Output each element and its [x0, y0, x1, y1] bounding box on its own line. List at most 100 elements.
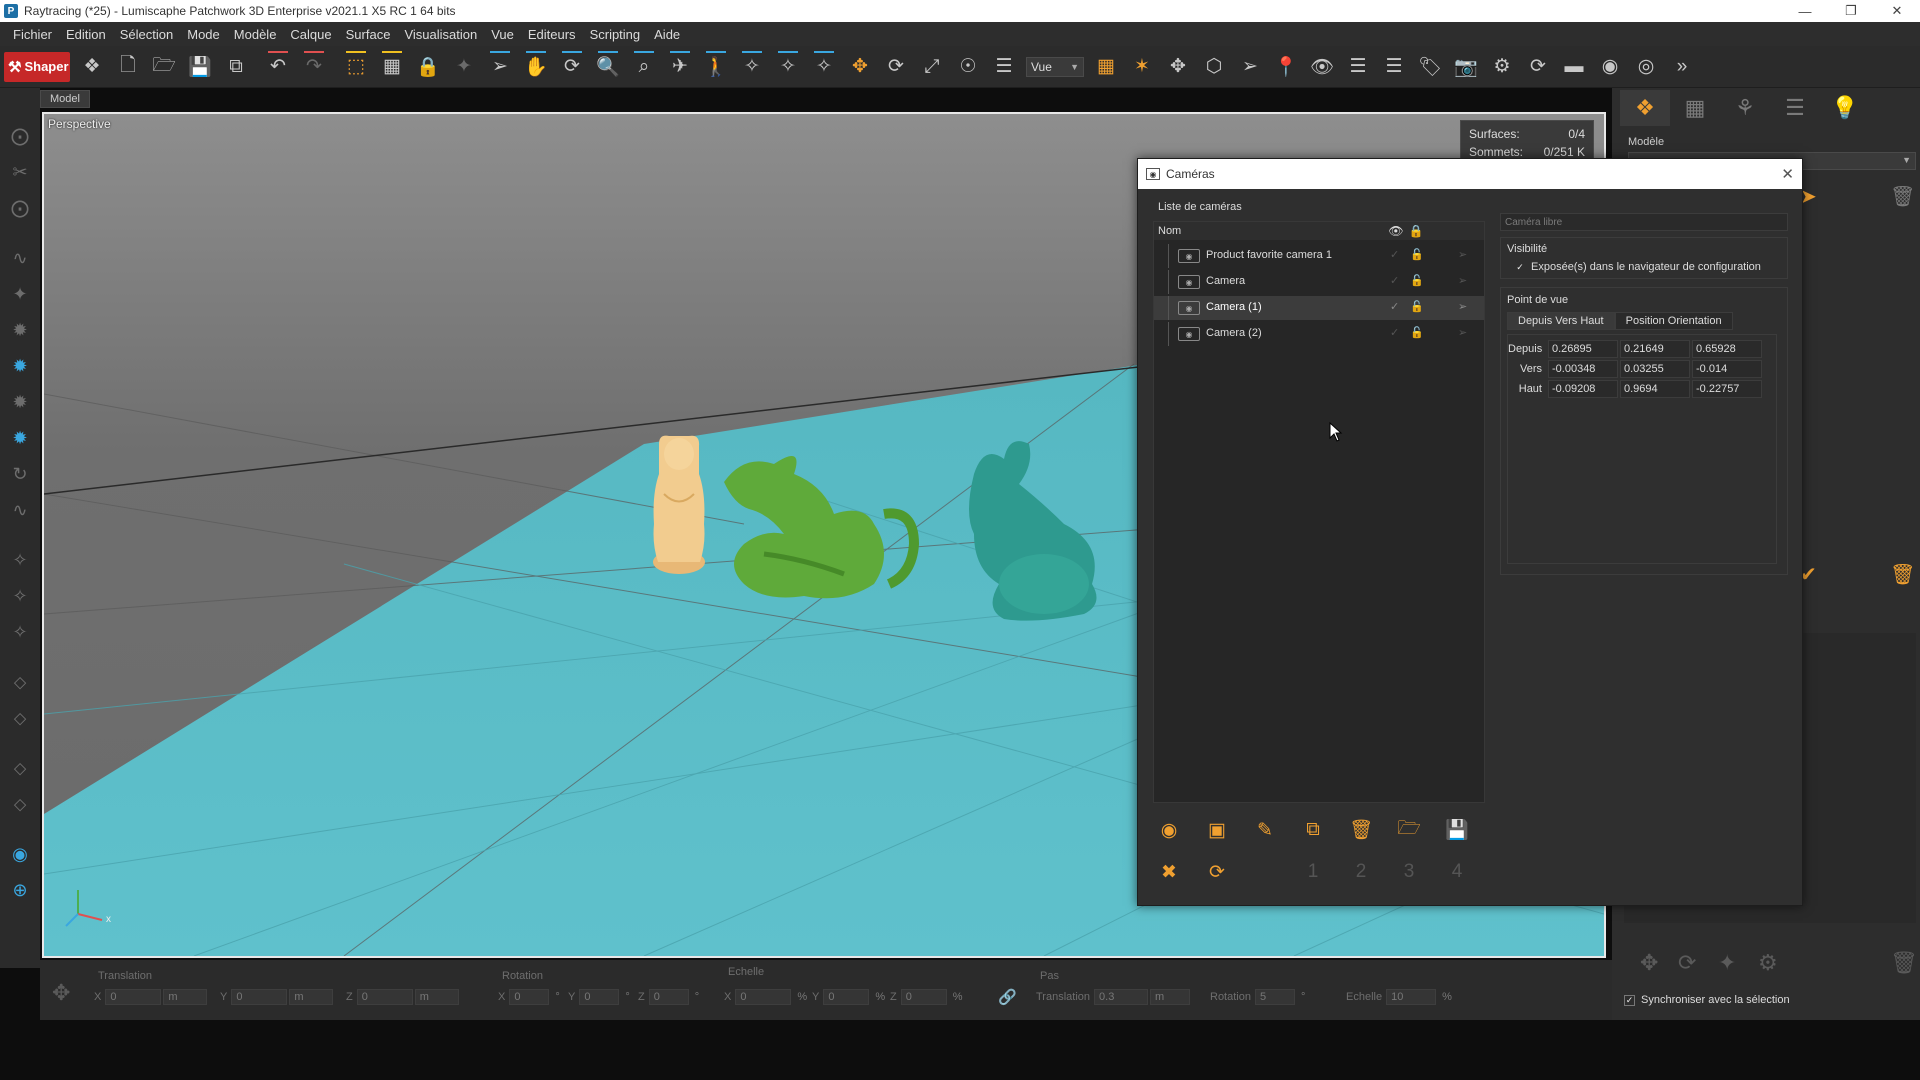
visibility-toggle-icon[interactable]: ✓	[1390, 248, 1399, 261]
tool-g-icon[interactable]: ∿	[5, 492, 35, 528]
cursor-tool-icon[interactable]: ➢	[1232, 50, 1268, 84]
sync-checkbox[interactable]: ✓	[1624, 994, 1635, 1006]
menu-calque[interactable]: Calque	[283, 27, 338, 42]
camera-row[interactable]: ◉ Product favorite camera 1 ✓ 🔓 ➢	[1154, 244, 1484, 268]
visibility-toggle-icon[interactable]: ✓	[1390, 326, 1399, 339]
scale-y-field[interactable]: Y 0%	[812, 988, 885, 1006]
tab-from-to-up[interactable]: Depuis Vers Haut	[1507, 312, 1615, 330]
visibility-toggle-icon[interactable]: ✓	[1390, 300, 1399, 313]
tool-h-icon[interactable]: ✧	[5, 542, 35, 578]
camera-slot-2-icon[interactable]: 2	[1345, 857, 1377, 887]
tool-n-icon[interactable]: ⬦	[5, 786, 35, 822]
redo-icon[interactable]: ↷	[296, 50, 332, 84]
fly-icon[interactable]: ✈	[662, 50, 698, 84]
link-icon[interactable]: 🔗	[998, 988, 1017, 1006]
menu-modele[interactable]: Modèle	[227, 27, 284, 42]
delete-model-icon[interactable]: 🗑	[1890, 184, 1915, 209]
walk-icon[interactable]: 🚶	[698, 50, 734, 84]
translation-y-field[interactable]: Y0m	[220, 988, 334, 1006]
camera-row[interactable]: ◉ Camera ✓ 🔓 ➢	[1154, 270, 1484, 294]
restore-button[interactable]: ❐	[1828, 0, 1874, 22]
tool-m-icon[interactable]: ⬦	[5, 750, 35, 786]
scale-z-field[interactable]: Z 0%	[890, 988, 963, 1006]
tool-plus-icon[interactable]: ⊕	[5, 872, 35, 908]
tool-curve-icon[interactable]: ∿	[5, 240, 35, 276]
trash-icon[interactable]: 🗑	[1890, 562, 1915, 587]
lock-icon[interactable]: 🔒	[1406, 222, 1426, 240]
pov-from-z-field[interactable]: 0.65928	[1692, 340, 1762, 358]
tab-model-icon[interactable]: ❖	[1620, 90, 1670, 126]
menu-mode[interactable]: Mode	[180, 27, 227, 42]
tool-l-icon[interactable]: ⬦	[5, 700, 35, 736]
view-select[interactable]: Vue ▼	[1026, 56, 1084, 77]
settings-tool-icon[interactable]: ⚙	[1758, 950, 1778, 976]
tool-i-icon[interactable]: ✧	[5, 578, 35, 614]
shaper-button[interactable]: ⚒ Shaper	[4, 51, 70, 82]
camera-slot-3-icon[interactable]: 3	[1393, 857, 1425, 887]
camera-goto-icon[interactable]: ➢	[1458, 248, 1467, 261]
camera-goto-icon[interactable]: ➢	[1458, 274, 1467, 287]
menu-visualisation[interactable]: Visualisation	[397, 27, 484, 42]
move-icon[interactable]: ✥	[842, 50, 878, 84]
translation-x-field[interactable]: X0m	[94, 988, 208, 1006]
tool-f-icon[interactable]: ↻	[5, 456, 35, 492]
pov-up-x-field[interactable]: -0.09208	[1548, 380, 1618, 398]
scale-x-field[interactable]: X 0%	[724, 988, 807, 1006]
tool-e-icon[interactable]: ✹	[5, 384, 35, 420]
refresh-camera-icon[interactable]: ⟳	[1201, 857, 1233, 887]
select-rect-icon[interactable]: ⬚	[338, 50, 374, 84]
surface-icon[interactable]: ⬡	[1196, 50, 1232, 84]
eye-icon[interactable]: 👁	[1386, 222, 1406, 240]
menu-vue[interactable]: Vue	[484, 27, 521, 42]
add-camera-icon[interactable]: ◉	[1153, 815, 1185, 845]
tool-c-icon[interactable]: ✦	[5, 276, 35, 312]
ruler-icon[interactable]: ▬	[1556, 50, 1592, 84]
lock-toggle-icon[interactable]: 🔓	[1410, 248, 1424, 261]
tab-light-icon[interactable]: 💡	[1820, 90, 1870, 126]
tool-eye-icon[interactable]: ◉	[5, 836, 35, 872]
delete-icon[interactable]: 🗑	[1890, 950, 1918, 976]
save-as-icon[interactable]: ⧉	[218, 50, 254, 84]
save-icon[interactable]: 💾	[182, 50, 218, 84]
zoom-fit-icon[interactable]: ⌕	[626, 50, 662, 84]
rotation-x-field[interactable]: X 0 °	[498, 988, 565, 1006]
exposed-checkbox-row[interactable]: ✓ Exposée(s) dans le navigateur de confi…	[1515, 261, 1761, 273]
pov-up-z-field[interactable]: -0.22757	[1692, 380, 1762, 398]
lock-icon[interactable]: 🔒	[410, 50, 446, 84]
add-folder-icon[interactable]: 🗁	[1393, 815, 1425, 845]
menu-fichier[interactable]: Fichier	[6, 27, 59, 42]
step-scale-field[interactable]: Echelle 10%	[1346, 988, 1452, 1006]
menu-editeurs[interactable]: Editeurs	[521, 27, 583, 42]
tool-unwrap-icon[interactable]: ✹	[5, 348, 35, 384]
pointer-icon[interactable]: ➢	[482, 50, 518, 84]
menu-scripting[interactable]: Scripting	[583, 27, 648, 42]
tag-icon[interactable]: 🏷	[1412, 50, 1448, 84]
step-translation-field[interactable]: Translation 0.3 m	[1036, 988, 1191, 1006]
orbit-icon[interactable]: ⟳	[554, 50, 590, 84]
menu-edition[interactable]: Edition	[59, 27, 113, 42]
model-tab[interactable]: Model	[40, 90, 90, 108]
scale-icon[interactable]: ⤢	[914, 50, 950, 84]
column-name-header[interactable]: Nom	[1154, 225, 1181, 237]
pov-from-y-field[interactable]: 0.21649	[1620, 340, 1690, 358]
rotation-z-field[interactable]: Z 0 °	[638, 988, 705, 1006]
tool-d-icon[interactable]: ✹	[5, 312, 35, 348]
edit-camera-icon[interactable]: ✎	[1249, 815, 1281, 845]
sync-icon[interactable]: ⟳	[1520, 50, 1556, 84]
cameras-dialog-titlebar[interactable]: ◉ Caméras ✕	[1138, 159, 1802, 189]
camera-tool-1-icon[interactable]: ✧	[734, 50, 770, 84]
sync-selection-row[interactable]: ✓ Synchroniser avec la sélection	[1624, 994, 1790, 1006]
tab-position-orientation[interactable]: Position Orientation	[1614, 312, 1733, 330]
buddha-model[interactable]	[653, 435, 705, 574]
lock-toggle-icon[interactable]: 🔓	[1410, 326, 1424, 339]
location-icon[interactable]: 📍	[1268, 50, 1304, 84]
orientation-icon[interactable]: ✦	[446, 50, 482, 84]
tool-cut-icon[interactable]: ✂	[5, 154, 35, 190]
select-lasso-icon[interactable]: ▦	[374, 50, 410, 84]
tool-b-icon[interactable]: ⨀	[5, 190, 35, 226]
visibility-icon[interactable]: 👁	[1304, 50, 1340, 84]
delete-camera-icon[interactable]: 🗑	[1345, 815, 1377, 845]
tab-tree-icon[interactable]: ☰	[1770, 90, 1820, 126]
axes-icon[interactable]: ✥	[1160, 50, 1196, 84]
camera-slot-1-icon[interactable]: 1	[1297, 857, 1329, 887]
